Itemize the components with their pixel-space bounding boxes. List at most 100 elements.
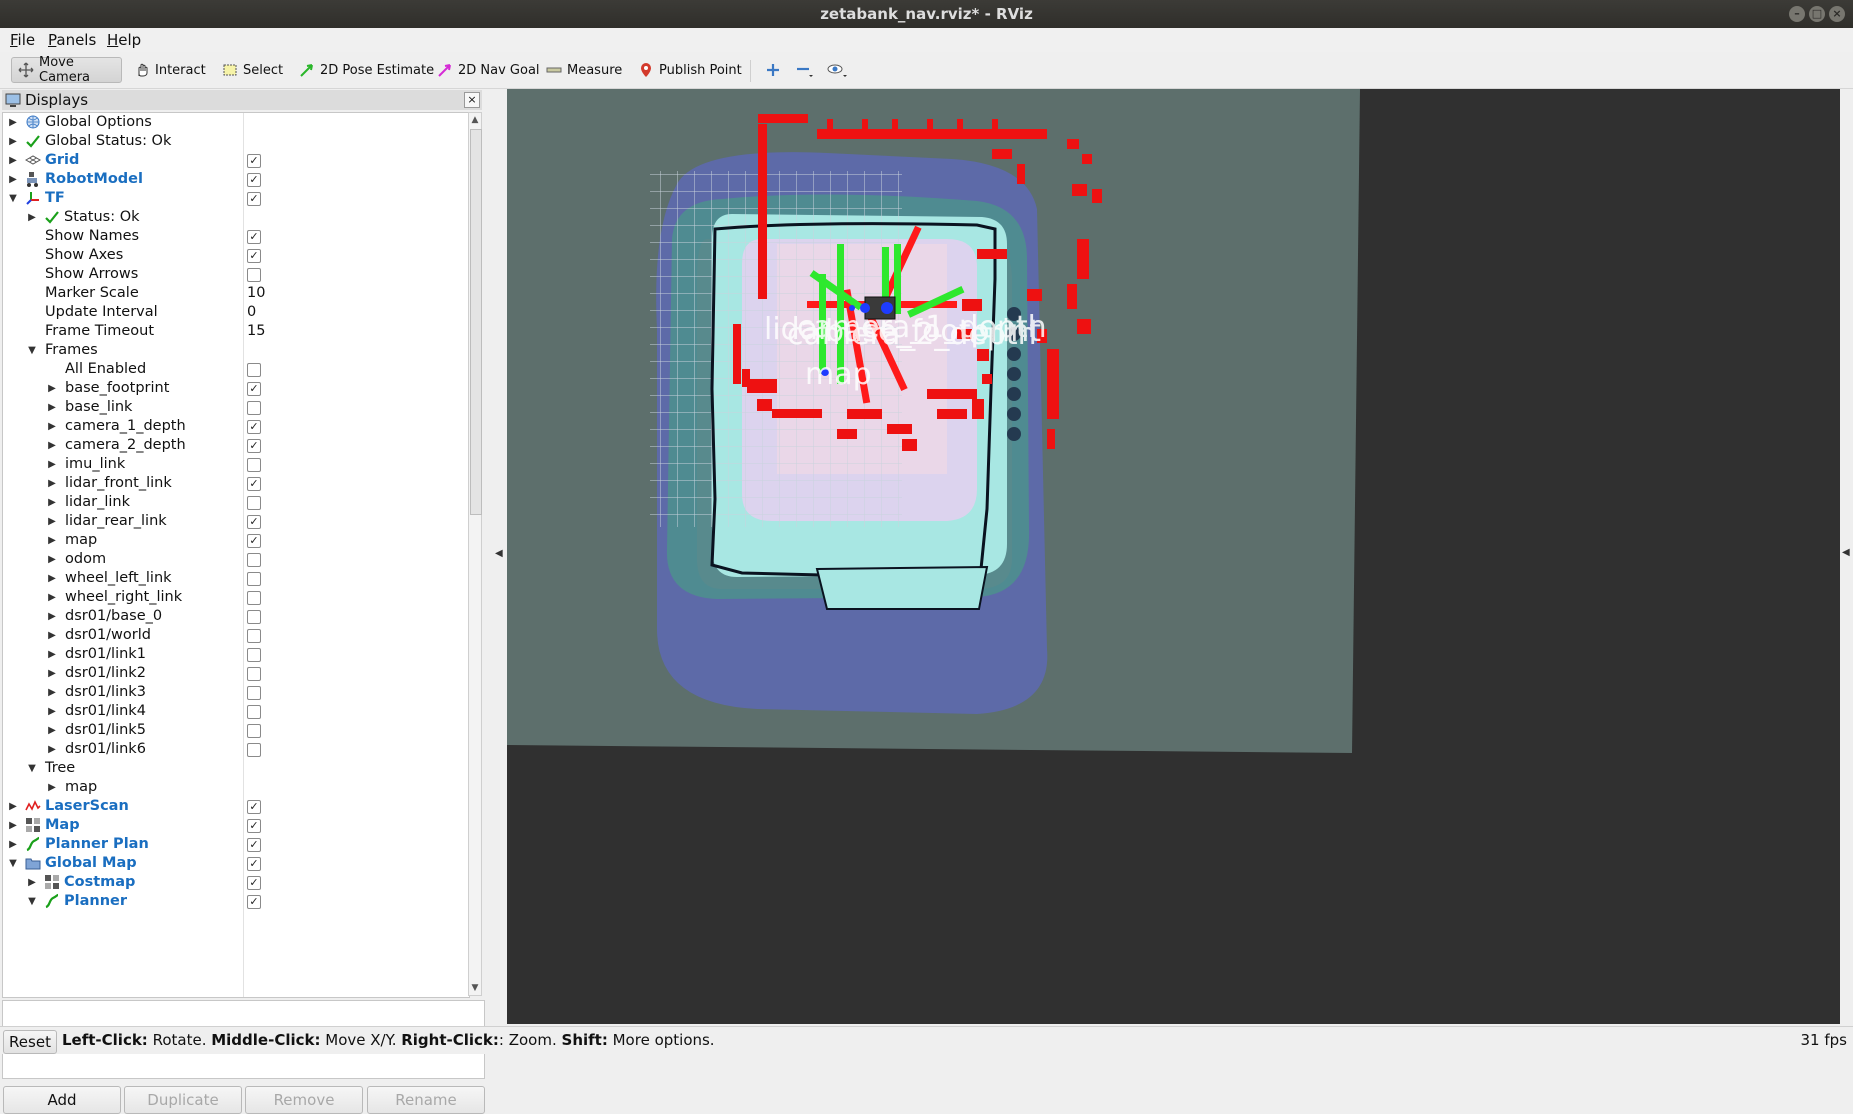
display-row-map[interactable]: ▶ map	[3, 778, 469, 797]
expand-arrow-icon[interactable]: ▶	[46, 417, 58, 436]
display-row-map[interactable]: ▶ map ✓	[3, 531, 469, 550]
display-row-dsr01-link1[interactable]: ▶ dsr01/link1	[3, 645, 469, 664]
expand-arrow-icon[interactable]: ▶	[46, 683, 58, 702]
display-row-lidar-link[interactable]: ▶ lidar_link	[3, 493, 469, 512]
scroll-down-icon[interactable]: ▼	[469, 981, 481, 995]
expand-arrow-icon[interactable]: ▶	[26, 873, 38, 892]
display-row-robotmodel[interactable]: ▶ RobotModel ✓	[3, 170, 469, 189]
display-row-dsr01-base-0[interactable]: ▶ dsr01/base_0	[3, 607, 469, 626]
expand-arrow-icon[interactable]: ▶	[46, 550, 58, 569]
expand-arrow-icon[interactable]: ▶	[7, 835, 19, 854]
display-row-dsr01-link2[interactable]: ▶ dsr01/link2	[3, 664, 469, 683]
expand-arrow-icon[interactable]: ▶	[7, 170, 19, 189]
enable-checkbox[interactable]	[247, 268, 261, 282]
enable-checkbox[interactable]	[247, 667, 261, 681]
enable-checkbox[interactable]	[247, 705, 261, 719]
enable-checkbox[interactable]: ✓	[247, 876, 261, 890]
display-row-status-ok[interactable]: ▶ Status: Ok	[3, 208, 469, 227]
enable-checkbox[interactable]	[247, 610, 261, 624]
menu-help[interactable]: Help	[107, 31, 141, 49]
display-row-grid[interactable]: ▶ Grid ✓	[3, 151, 469, 170]
property-value[interactable]: 0	[247, 303, 256, 322]
expand-arrow-icon[interactable]: ▶	[46, 436, 58, 455]
expand-arrow-icon[interactable]: ▶	[46, 569, 58, 588]
expand-arrow-icon[interactable]: ▶	[46, 740, 58, 759]
enable-checkbox[interactable]	[247, 496, 261, 510]
display-row-dsr01-link6[interactable]: ▶ dsr01/link6	[3, 740, 469, 759]
enable-checkbox[interactable]	[247, 629, 261, 643]
display-row-global-map[interactable]: ▼ Global Map ✓	[3, 854, 469, 873]
expand-arrow-icon[interactable]: ▶	[46, 778, 58, 797]
display-row-tf[interactable]: ▼ TF ✓	[3, 189, 469, 208]
display-row-base-link[interactable]: ▶ base_link	[3, 398, 469, 417]
maximize-icon[interactable]: □	[1809, 6, 1825, 22]
display-row-odom[interactable]: ▶ odom	[3, 550, 469, 569]
collapse-arrow-icon[interactable]: ▼	[26, 892, 38, 911]
expand-arrow-icon[interactable]: ▶	[46, 664, 58, 683]
display-row-all-enabled[interactable]: All Enabled	[3, 360, 469, 379]
property-value[interactable]: 10	[247, 284, 265, 303]
enable-checkbox[interactable]: ✓	[247, 420, 261, 434]
measure-tool[interactable]: Measure	[540, 57, 628, 83]
enable-checkbox[interactable]	[247, 572, 261, 586]
close-panel-icon[interactable]: ×	[464, 92, 480, 108]
display-row-update-interval[interactable]: Update Interval 0	[3, 303, 469, 322]
enable-checkbox[interactable]: ✓	[247, 382, 261, 396]
enable-checkbox[interactable]: ✓	[247, 857, 261, 871]
display-row-planner-plan[interactable]: ▶ Planner Plan ✓	[3, 835, 469, 854]
enable-checkbox[interactable]	[247, 363, 261, 377]
expand-arrow-icon[interactable]: ▶	[26, 208, 38, 227]
enable-checkbox[interactable]	[247, 743, 261, 757]
scene-render[interactable]: lidar camera_2_depth camera_1_depth base…	[507, 89, 1840, 1024]
menu-file[interactable]: File	[10, 31, 35, 49]
enable-checkbox[interactable]: ✓	[247, 800, 261, 814]
display-row-show-axes[interactable]: Show Axes ✓	[3, 246, 469, 265]
expand-arrow-icon[interactable]: ▶	[46, 493, 58, 512]
select-tool[interactable]: Select	[216, 57, 289, 83]
expand-arrow-icon[interactable]: ▶	[46, 512, 58, 531]
enable-checkbox[interactable]: ✓	[247, 192, 261, 206]
enable-checkbox[interactable]: ✓	[247, 534, 261, 548]
publish-point-tool[interactable]: Publish Point	[632, 57, 748, 83]
camera-type-button[interactable]	[821, 57, 855, 83]
enable-checkbox[interactable]: ✓	[247, 819, 261, 833]
display-row-imu-link[interactable]: ▶ imu_link	[3, 455, 469, 474]
displays-tree[interactable]: ▶ Global Options ▶ Global Status: Ok ▶ Grid ✓ ▶…	[2, 112, 470, 998]
enable-checkbox[interactable]	[247, 724, 261, 738]
display-row-costmap[interactable]: ▶ Costmap ✓	[3, 873, 469, 892]
expand-arrow-icon[interactable]: ▶	[46, 588, 58, 607]
expand-arrow-icon[interactable]: ▶	[46, 702, 58, 721]
expand-arrow-icon[interactable]: ▶	[7, 816, 19, 835]
enable-checkbox[interactable]	[247, 458, 261, 472]
collapse-arrow-icon[interactable]: ▼	[7, 854, 19, 873]
display-row-lidar-rear-link[interactable]: ▶ lidar_rear_link ✓	[3, 512, 469, 531]
enable-checkbox[interactable]: ✓	[247, 477, 261, 491]
move-camera-tool[interactable]: Move Camera	[11, 55, 122, 85]
enable-checkbox[interactable]: ✓	[247, 230, 261, 244]
remove-tool-button[interactable]	[789, 57, 821, 83]
display-row-frame-timeout[interactable]: Frame Timeout 15	[3, 322, 469, 341]
displays-scrollbar[interactable]: ▲ ▼	[468, 112, 482, 996]
scroll-thumb[interactable]	[470, 129, 482, 515]
display-row-lidar-front-link[interactable]: ▶ lidar_front_link ✓	[3, 474, 469, 493]
display-row-planner[interactable]: ▼ Planner ✓	[3, 892, 469, 911]
display-row-global-options[interactable]: ▶ Global Options	[3, 113, 469, 132]
expand-arrow-icon[interactable]: ▶	[46, 379, 58, 398]
add-tool-button[interactable]	[759, 57, 787, 83]
property-value[interactable]: 15	[247, 322, 265, 341]
enable-checkbox[interactable]: ✓	[247, 154, 261, 168]
enable-checkbox[interactable]: ✓	[247, 249, 261, 263]
enable-checkbox[interactable]: ✓	[247, 439, 261, 453]
expand-arrow-icon[interactable]: ▶	[7, 113, 19, 132]
collapse-arrow-icon[interactable]: ▼	[7, 189, 19, 208]
expand-arrow-icon[interactable]: ▶	[46, 645, 58, 664]
display-row-global-status-ok[interactable]: ▶ Global Status: Ok	[3, 132, 469, 151]
display-row-dsr01-link5[interactable]: ▶ dsr01/link5	[3, 721, 469, 740]
expand-arrow-icon[interactable]: ▶	[46, 607, 58, 626]
display-row-dsr01-link3[interactable]: ▶ dsr01/link3	[3, 683, 469, 702]
display-row-camera-2-depth[interactable]: ▶ camera_2_depth ✓	[3, 436, 469, 455]
display-row-marker-scale[interactable]: Marker Scale 10	[3, 284, 469, 303]
enable-checkbox[interactable]	[247, 401, 261, 415]
expand-arrow-icon[interactable]: ▶	[46, 474, 58, 493]
enable-checkbox[interactable]	[247, 591, 261, 605]
